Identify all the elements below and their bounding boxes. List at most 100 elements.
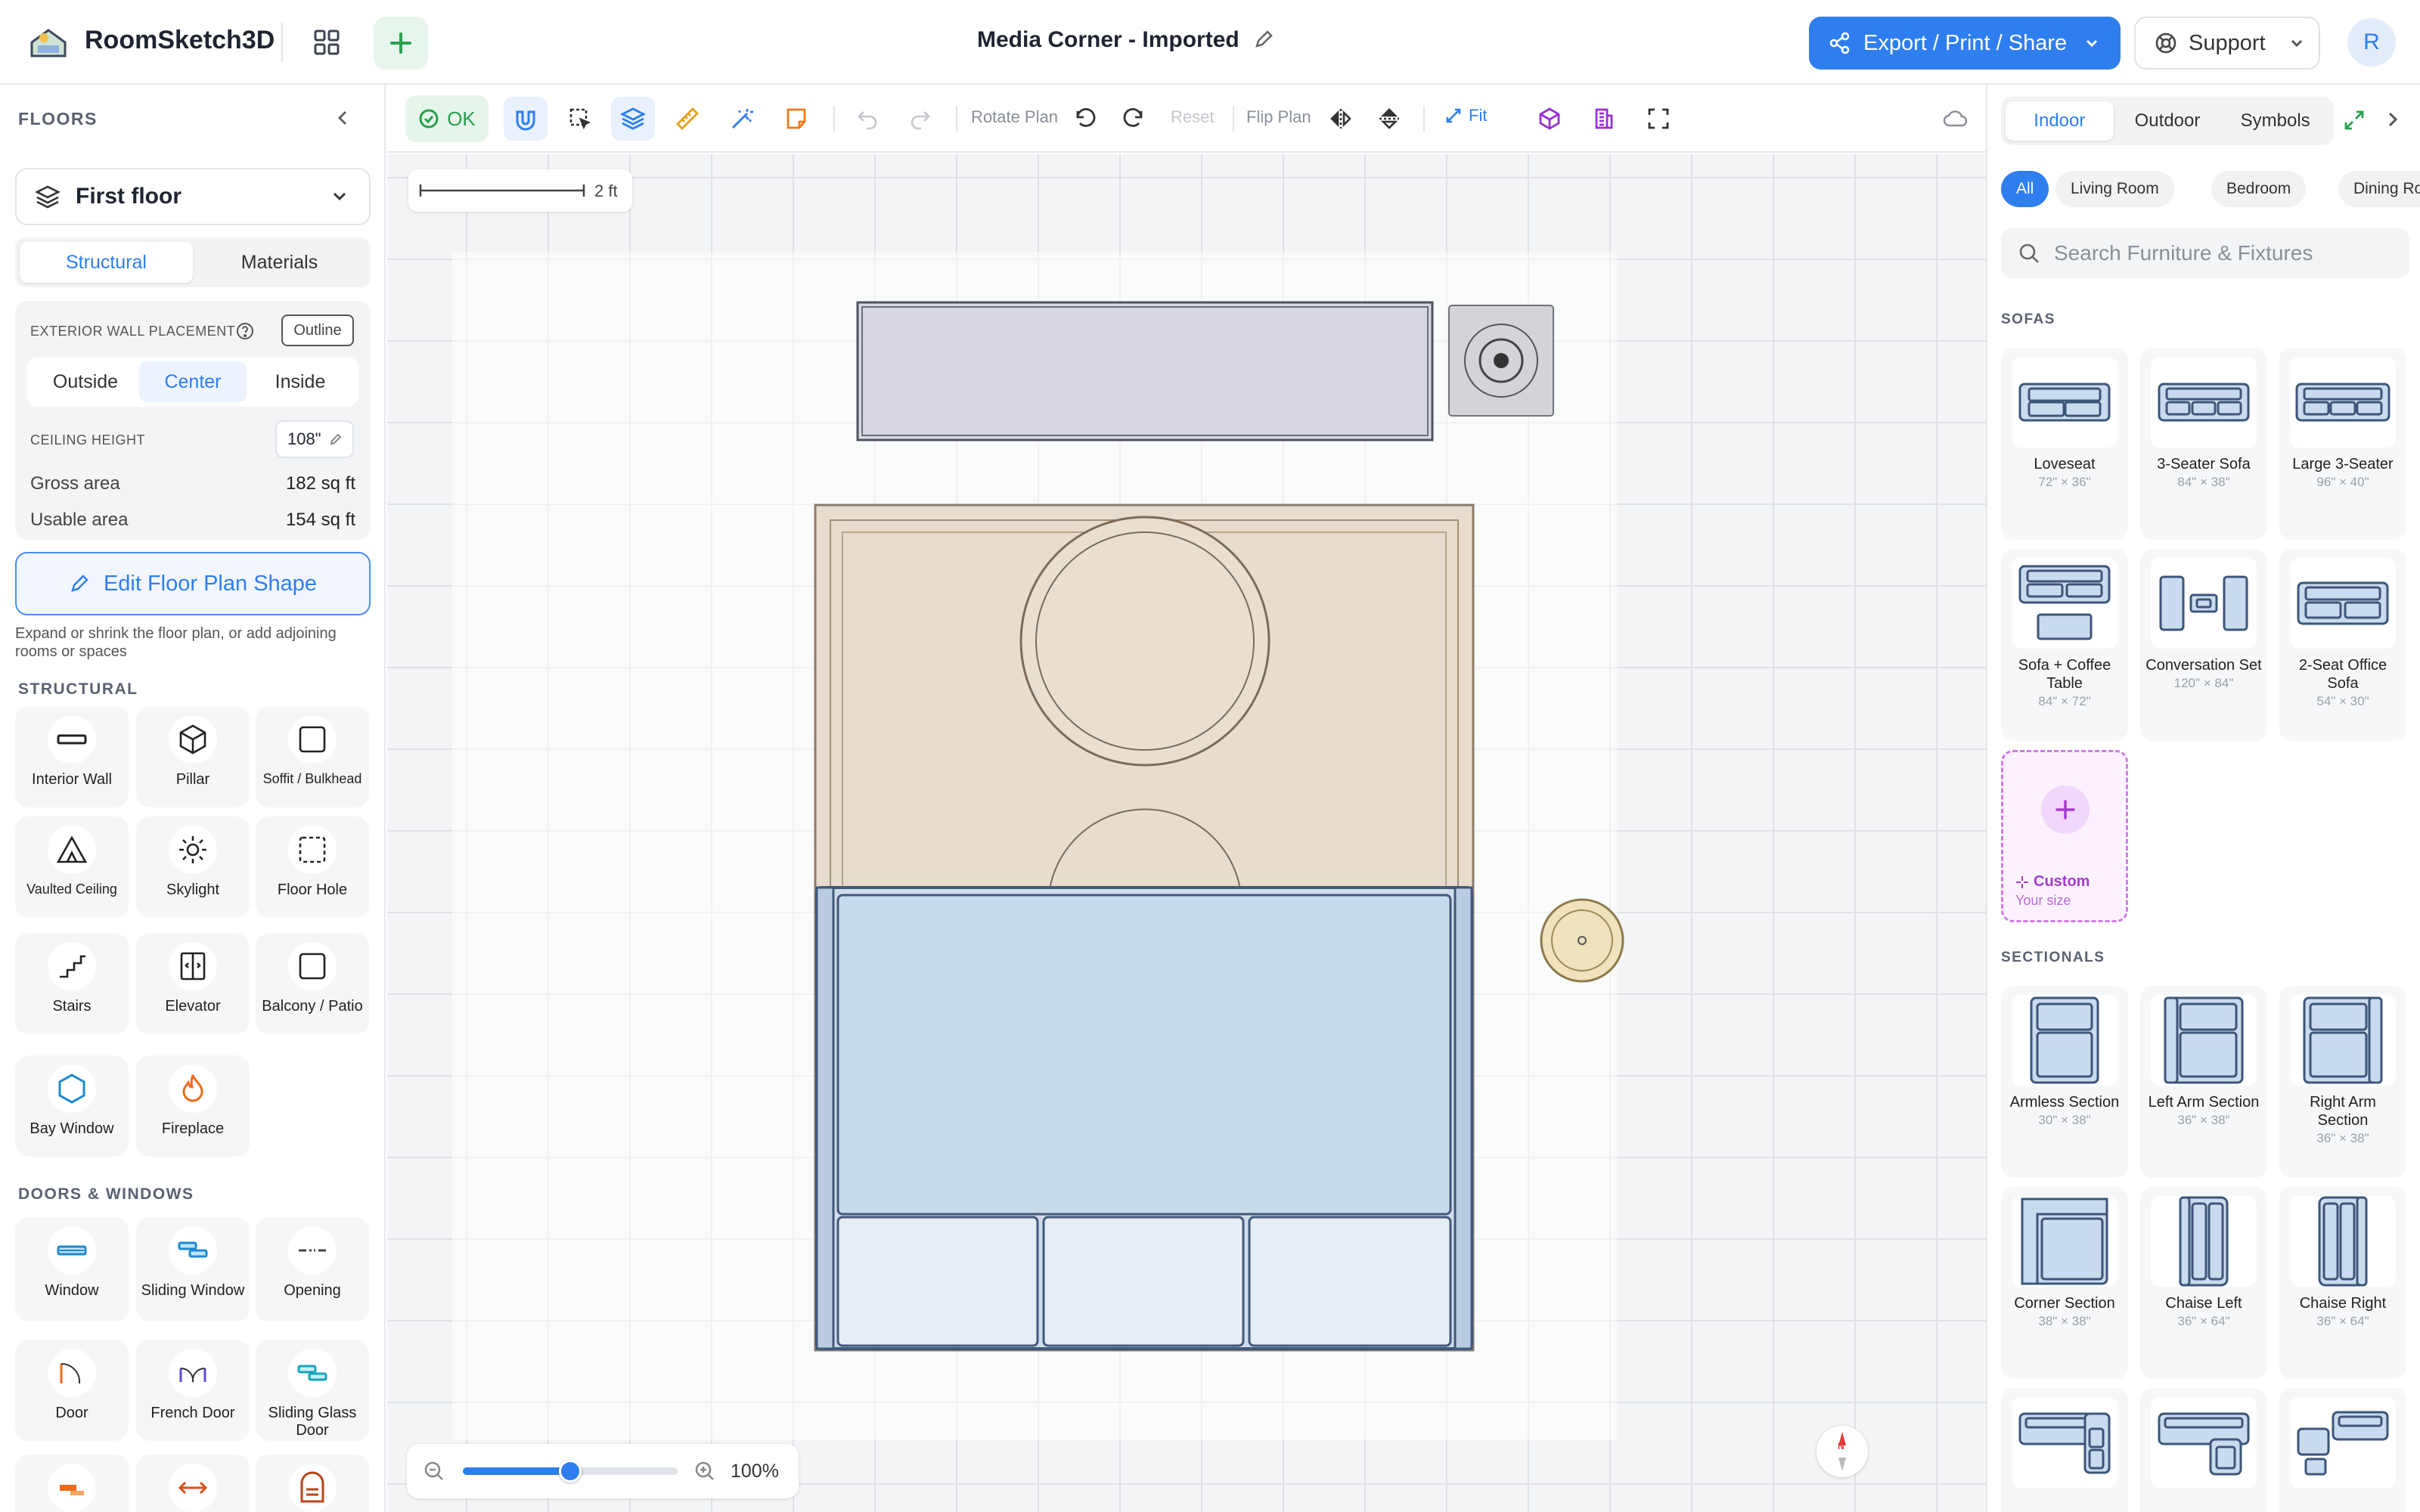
card-large-3-seater[interactable]: Large 3-Seater 96" × 40" xyxy=(2279,348,2406,540)
card-3-seater-sofa[interactable]: 3-Seater Sofa 84" × 38" xyxy=(2140,348,2267,540)
chip-dining-room[interactable]: Dining Room xyxy=(2338,171,2420,207)
note-icon[interactable] xyxy=(774,97,818,141)
tile-pillar[interactable]: Pillar xyxy=(136,706,250,807)
tile-partial[interactable] xyxy=(15,1455,129,1512)
ceiling-height-input[interactable]: 108" xyxy=(275,420,354,458)
tile-french-door[interactable]: French Door xyxy=(136,1340,250,1441)
dashboard-grid-icon[interactable] xyxy=(306,23,348,62)
card-sectional-ottoman[interactable] xyxy=(2279,1388,2406,1512)
tab-structural[interactable]: Structural xyxy=(20,242,193,283)
rotate-right-icon[interactable] xyxy=(1112,97,1156,141)
zoom-out-icon[interactable] xyxy=(424,1461,445,1482)
round-coffee-table[interactable] xyxy=(1019,516,1270,767)
tile-fireplace[interactable]: Fireplace xyxy=(136,1055,250,1157)
tile-stairs[interactable]: Stairs xyxy=(15,933,129,1034)
reset-button[interactable]: Reset xyxy=(1171,107,1214,127)
tab-outdoor[interactable]: Outdoor xyxy=(2114,101,2222,141)
floor-plan-canvas[interactable]: 2 ft 100% N xyxy=(387,154,1986,1512)
tile-door[interactable]: Door xyxy=(15,1340,129,1441)
magnet-snap-icon[interactable] xyxy=(504,97,548,141)
card-sectional-set[interactable] xyxy=(2001,1388,2128,1512)
tile-vaulted-ceiling[interactable]: Vaulted Ceiling xyxy=(15,816,129,918)
card-chaise-right[interactable]: Chaise Right 36" × 64" xyxy=(2279,1187,2406,1379)
tile-partial[interactable] xyxy=(136,1455,250,1512)
chip-bedroom[interactable]: Bedroom xyxy=(2211,171,2307,207)
fullscreen-icon[interactable] xyxy=(1637,97,1680,141)
flip-horizontal-icon[interactable] xyxy=(1319,97,1363,141)
tile-opening[interactable]: Opening xyxy=(256,1217,369,1321)
magic-wand-icon[interactable] xyxy=(720,97,764,141)
ruler-icon[interactable] xyxy=(666,97,709,141)
placement-center[interactable]: Center xyxy=(139,361,247,402)
status-ok-badge[interactable]: OK xyxy=(405,95,489,142)
fit-button[interactable]: Fit xyxy=(1444,106,1487,125)
structural-heading: STRUCTURAL xyxy=(18,680,138,698)
help-icon[interactable] xyxy=(236,322,254,340)
zoom-control: 100% xyxy=(407,1444,799,1498)
tab-indoor[interactable]: Indoor xyxy=(2006,101,2114,141)
tile-balcony[interactable]: Balcony / Patio xyxy=(256,933,369,1034)
tile-interior-wall[interactable]: Interior Wall xyxy=(15,706,129,807)
tile-sliding-window[interactable]: Sliding Window xyxy=(136,1217,250,1321)
add-plus-icon[interactable] xyxy=(374,17,428,70)
card-loveseat[interactable]: Loveseat 72" × 36" xyxy=(2001,348,2128,540)
expand-panel-icon[interactable] xyxy=(2343,109,2366,132)
edit-floor-plan-shape-button[interactable]: Edit Floor Plan Shape xyxy=(15,552,371,615)
side-table[interactable] xyxy=(1540,898,1624,983)
catalog-search-field[interactable]: Search Furniture & Fixtures xyxy=(2001,228,2409,278)
building-icon[interactable] xyxy=(1582,97,1626,141)
project-title[interactable]: Media Corner - Imported xyxy=(977,27,1274,53)
undo-icon[interactable] xyxy=(845,97,889,141)
tile-soffit[interactable]: Soffit / Bulkhead xyxy=(256,706,369,807)
tile-partial[interactable] xyxy=(256,1455,369,1512)
zoom-slider-thumb[interactable] xyxy=(559,1460,582,1483)
select-area-icon[interactable] xyxy=(558,97,602,141)
support-button[interactable]: Support xyxy=(2134,17,2320,70)
card-conversation-set[interactable]: Conversation Set 120" × 84" xyxy=(2140,549,2267,741)
speaker[interactable] xyxy=(1448,305,1554,417)
zoom-slider-track[interactable] xyxy=(463,1460,678,1483)
tile-floor-hole[interactable]: Floor Hole xyxy=(256,816,369,918)
outline-button[interactable]: Outline xyxy=(281,314,354,346)
zoom-in-icon[interactable] xyxy=(694,1461,715,1482)
card-dims: 84" × 38" xyxy=(2177,475,2230,489)
compass-icon[interactable]: N xyxy=(1817,1426,1868,1477)
rotate-left-icon[interactable] xyxy=(1063,97,1107,141)
card-2-seat-office-sofa[interactable]: 2-Seat Office Sofa 54" × 30" xyxy=(2279,549,2406,741)
card-sofa-coffee-table[interactable]: Sofa + Coffee Table 84" × 72" xyxy=(2001,549,2128,741)
tile-window[interactable]: Window xyxy=(15,1217,129,1321)
pencil-icon[interactable] xyxy=(1253,29,1274,50)
chevron-right-icon[interactable] xyxy=(2382,109,2403,130)
floor-selector[interactable]: First floor xyxy=(15,168,371,225)
user-avatar[interactable]: R xyxy=(2347,18,2396,67)
tab-symbols[interactable]: Symbols xyxy=(2221,101,2329,141)
card-corner-section[interactable]: Corner Section 38" × 38" xyxy=(2001,1187,2128,1379)
tab-materials[interactable]: Materials xyxy=(193,242,366,283)
chip-living-room[interactable]: Living Room xyxy=(2055,171,2174,207)
expand-arrows-icon xyxy=(1446,108,1461,123)
card-chaise-left[interactable]: Chaise Left 36" × 64" xyxy=(2140,1187,2267,1379)
redo-icon[interactable] xyxy=(898,97,942,141)
export-print-share-button[interactable]: Export / Print / Share xyxy=(1809,17,2121,70)
tv-console[interactable] xyxy=(856,301,1434,442)
layers-icon[interactable] xyxy=(611,97,655,141)
placement-outside[interactable]: Outside xyxy=(32,361,139,402)
tile-elevator[interactable]: Elevator xyxy=(136,933,250,1034)
tile-sliding-glass-door[interactable]: Sliding Glass Door xyxy=(256,1340,369,1441)
cloud-sync-icon[interactable] xyxy=(1933,97,1977,141)
sofa[interactable] xyxy=(815,886,1473,1350)
furniture-catalog: Indoor Outdoor Symbols All Living Room B… xyxy=(1986,85,2420,1512)
placement-inside[interactable]: Inside xyxy=(247,361,354,402)
sofas-heading: SOFAS xyxy=(2001,311,2055,327)
3d-cube-icon[interactable] xyxy=(1528,97,1571,141)
tile-bay-window[interactable]: Bay Window xyxy=(15,1055,129,1157)
card-l-sectional[interactable] xyxy=(2140,1388,2267,1512)
flip-vertical-icon[interactable] xyxy=(1367,97,1411,141)
tile-skylight[interactable]: Skylight xyxy=(136,816,250,918)
custom-size-card[interactable]: Custom Your size xyxy=(2001,750,2128,922)
card-left-arm-section[interactable]: Left Arm Section 36" × 38" xyxy=(2140,986,2267,1178)
card-right-arm-section[interactable]: Right Arm Section 36" × 38" xyxy=(2279,986,2406,1178)
chip-all[interactable]: All xyxy=(2001,171,2049,207)
collapse-chevron-left-icon[interactable] xyxy=(333,107,354,129)
card-armless-section[interactable]: Armless Section 30" × 38" xyxy=(2001,986,2128,1178)
